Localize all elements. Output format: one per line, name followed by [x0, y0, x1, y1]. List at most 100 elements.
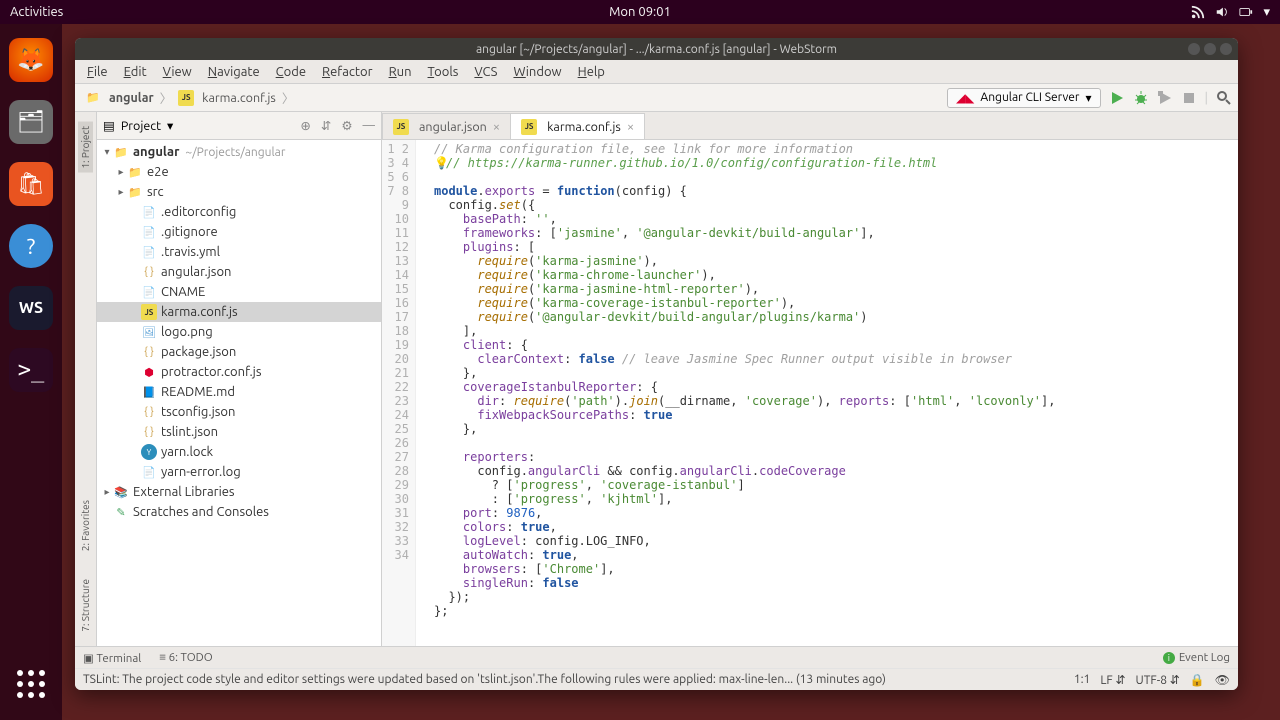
tree-file--travis-yml[interactable]: 📄.travis.yml [97, 242, 381, 262]
tree-file-tsconfig-json[interactable]: { }tsconfig.json [97, 402, 381, 422]
tree-file-logo-png[interactable]: 🖼logo.png [97, 322, 381, 342]
menu-refactor[interactable]: Refactor [316, 63, 379, 81]
toolwin-todo[interactable]: ≡ 6: TODO [159, 651, 212, 664]
network-icon [1191, 5, 1205, 19]
dock-software[interactable]: 🛍 [9, 162, 53, 206]
yarn-icon: Y [141, 444, 157, 460]
status-linesep[interactable]: LF ⇵ [1100, 673, 1125, 687]
search-button[interactable] [1216, 90, 1232, 106]
line-gutter[interactable]: 1 2 3 4 5 6 7 8 9 10 11 12 13 14 15 16 1… [382, 140, 416, 646]
menu-edit[interactable]: Edit [118, 63, 153, 81]
tree-scratches[interactable]: ✎Scratches and Consoles [97, 502, 381, 522]
tree-root[interactable]: ▾📁angular~/Projects/angular [97, 142, 381, 162]
js-icon: JS [393, 119, 409, 135]
project-panel: ▤ Project ▾ ⊕ ⇵ ⚙ — ▾📁angular~/Projects/… [97, 112, 382, 646]
chevron-down-icon: ▾ [1263, 5, 1270, 20]
stop-button [1181, 90, 1197, 106]
menubar: FileEditViewNavigateCodeRefactorRunTools… [75, 60, 1238, 84]
gear-icon[interactable]: ⚙ [341, 118, 352, 133]
menu-window[interactable]: Window [507, 63, 567, 81]
js-icon: JS [521, 119, 537, 135]
tree-dir-e2e[interactable]: ▸📁e2e [97, 162, 381, 182]
menu-tools[interactable]: Tools [422, 63, 465, 81]
lightbulb-icon[interactable]: 💡 [434, 156, 446, 170]
inspector-icon[interactable]: 👁 [1215, 673, 1230, 687]
dock-apps-grid[interactable] [11, 664, 51, 704]
toolwin-terminal[interactable]: ▣ Terminal [83, 651, 141, 665]
file-icon: 📄 [141, 284, 157, 300]
left-sidestrip: 1: Project 2: Favorites 7: Structure [75, 112, 97, 646]
chevron-right-icon: 〉 [282, 88, 295, 107]
collapse-icon[interactable]: ⇵ [321, 118, 331, 133]
dock-files[interactable]: 🗂 [9, 100, 53, 144]
toolbar: 📁angular 〉 JSkarma.conf.js 〉 ◢◣ Angular … [75, 84, 1238, 112]
tab-angular-json[interactable]: JSangular.json× [382, 113, 511, 139]
system-tray[interactable]: ▾ [1191, 5, 1270, 20]
status-message[interactable]: TSLint: The project code style and edito… [83, 673, 886, 686]
run-config-selector[interactable]: ◢◣ Angular CLI Server ▾ [947, 88, 1101, 108]
clock[interactable]: Mon 09:01 [609, 5, 671, 19]
tree-file-angular-json[interactable]: { }angular.json [97, 262, 381, 282]
markdown-icon: 📘 [141, 384, 157, 400]
activities[interactable]: Activities [10, 5, 63, 19]
ide-window: angular [~/Projects/angular] - .../karma… [75, 38, 1238, 690]
tree-file--gitignore[interactable]: 📄.gitignore [97, 222, 381, 242]
tree-file-karma-conf-js[interactable]: JSkarma.conf.js [97, 302, 381, 322]
dock-firefox[interactable]: 🦊 [9, 38, 53, 82]
tree-external-libraries[interactable]: ▸📚External Libraries [97, 482, 381, 502]
tree-file-yarn-lock[interactable]: Yyarn.lock [97, 442, 381, 462]
image-icon: 🖼 [141, 324, 157, 340]
tree-file-package-json[interactable]: { }package.json [97, 342, 381, 362]
sidetab-structure[interactable]: 7: Structure [78, 575, 93, 636]
code-content[interactable]: // Karma configuration file, see link fo… [428, 140, 1238, 646]
run-button[interactable] [1109, 90, 1125, 106]
tree-file-CNAME[interactable]: 📄CNAME [97, 282, 381, 302]
debug-button[interactable] [1133, 90, 1149, 106]
project-tree[interactable]: ▾📁angular~/Projects/angular▸📁e2e▸📁src📄.e… [97, 140, 381, 646]
status-encoding[interactable]: UTF-8 ⇵ [1136, 673, 1180, 687]
menu-navigate[interactable]: Navigate [202, 63, 266, 81]
tree-file-tslint-json[interactable]: { }tslint.json [97, 422, 381, 442]
tree-dir-src[interactable]: ▸📁src [97, 182, 381, 202]
dock-help[interactable]: ? [9, 224, 53, 268]
project-header-label[interactable]: Project [121, 119, 161, 133]
menu-vcs[interactable]: VCS [468, 63, 503, 81]
fold-column[interactable] [416, 140, 428, 646]
breadcrumb[interactable]: 📁angular 〉 JSkarma.conf.js 〉 [81, 88, 294, 108]
menu-view[interactable]: View [157, 63, 198, 81]
sidetab-favorites[interactable]: 2: Favorites [78, 496, 93, 555]
status-caret[interactable]: 1:1 [1074, 673, 1091, 686]
tree-file--editorconfig[interactable]: 📄.editorconfig [97, 202, 381, 222]
sidetab-project[interactable]: 1: Project [78, 122, 93, 173]
close-icon[interactable]: × [493, 120, 500, 134]
js-icon: JS [141, 304, 157, 320]
angular-icon: ◢◣ [956, 91, 974, 105]
info-icon: i [1163, 652, 1175, 664]
menu-run[interactable]: Run [383, 63, 418, 81]
dock-webstorm[interactable]: WS [9, 286, 53, 330]
tree-file-protractor-conf-js[interactable]: ⬢protractor.conf.js [97, 362, 381, 382]
ide-titlebar[interactable]: angular [~/Projects/angular] - .../karma… [75, 38, 1238, 60]
lock-icon[interactable]: 🔒 [1190, 673, 1205, 687]
toolwin-eventlog[interactable]: i Event Log [1163, 651, 1230, 664]
breadcrumb-root: 📁angular [81, 88, 158, 108]
battery-icon [1239, 5, 1253, 19]
menu-help[interactable]: Help [572, 63, 611, 81]
menu-file[interactable]: File [81, 63, 114, 81]
tree-file-README-md[interactable]: 📘README.md [97, 382, 381, 402]
file-icon: 📄 [141, 224, 157, 240]
chevron-down-icon[interactable]: ▾ [167, 118, 173, 133]
coverage-button[interactable] [1157, 90, 1173, 106]
dock-terminal[interactable]: >_ [9, 348, 53, 392]
locate-icon[interactable]: ⊕ [300, 118, 310, 133]
chevron-right-icon: 〉 [160, 88, 173, 107]
menu-code[interactable]: Code [270, 63, 312, 81]
tree-file-yarn-error-log[interactable]: 📄yarn-error.log [97, 462, 381, 482]
window-controls[interactable] [1188, 43, 1232, 55]
close-icon[interactable]: × [627, 120, 634, 134]
code-editor[interactable]: 1 2 3 4 5 6 7 8 9 10 11 12 13 14 15 16 1… [382, 140, 1238, 646]
tab-karma-conf-js[interactable]: JSkarma.conf.js× [510, 113, 645, 139]
hide-icon[interactable]: — [363, 118, 375, 133]
window-title: angular [~/Projects/angular] - .../karma… [476, 43, 837, 56]
chevron-down-icon: ▾ [1085, 91, 1091, 105]
